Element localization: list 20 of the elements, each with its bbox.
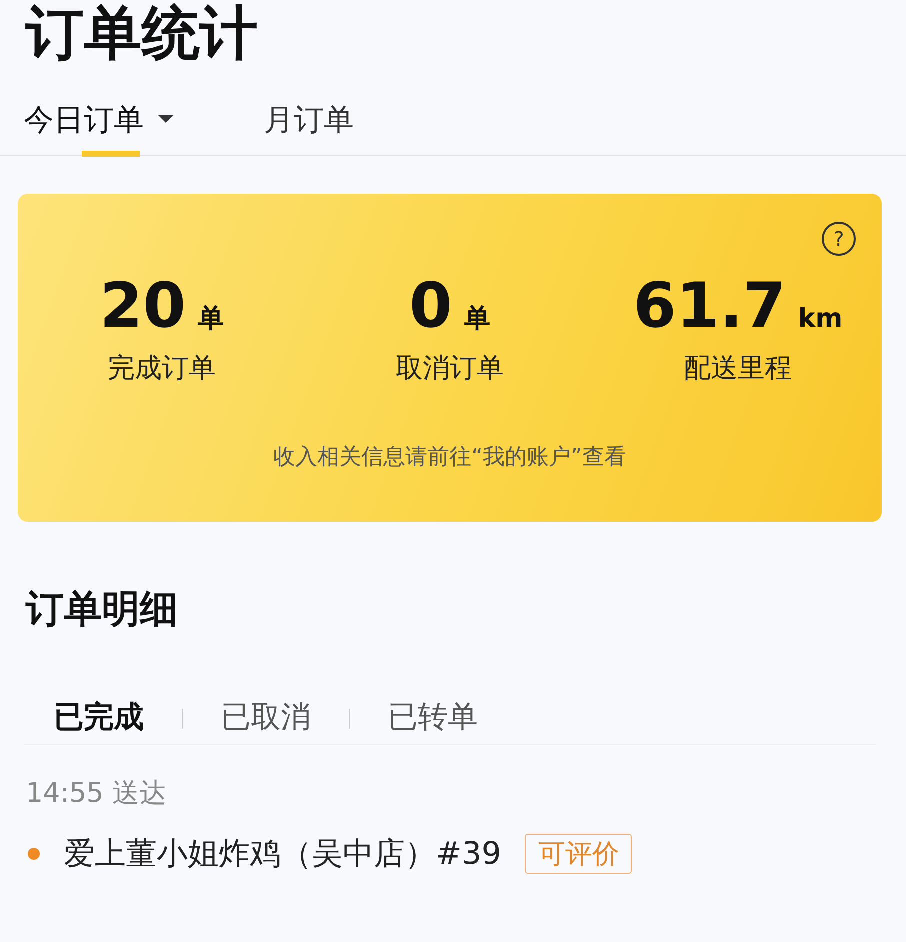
store-name[interactable]: 爱上董小姐炸鸡（吴中店）#39 — [64, 833, 502, 875]
stat-unit: 单 — [464, 303, 491, 336]
stat-value: 20 — [100, 272, 186, 340]
stat-value: 0 — [409, 272, 453, 340]
status-tab[interactable]: 已完成 — [54, 697, 144, 738]
stat-label: 配送里程 — [684, 352, 792, 386]
status-tab[interactable]: 已转单 — [388, 697, 478, 738]
info-note: 收入相关信息请前往“我的账户”查看 — [272, 444, 628, 472]
tab[interactable]: 月订单 — [264, 100, 354, 156]
help-icon[interactable]: ? — [822, 222, 856, 256]
status-tab[interactable]: 已取消 — [221, 697, 311, 738]
section-title: 订单明细 — [24, 586, 179, 633]
stat-label: 取消订单 — [396, 352, 504, 386]
page-title: 订单统计 — [24, 0, 259, 66]
delivery-time: 14:55 送达 — [25, 777, 168, 811]
tab[interactable]: 今日订单 — [24, 100, 174, 156]
stat-value: 61.7 — [633, 272, 786, 340]
stat-label: 完成订单 — [108, 352, 216, 386]
stat-unit: km — [798, 304, 843, 334]
stat-unit: 单 — [198, 303, 224, 336]
